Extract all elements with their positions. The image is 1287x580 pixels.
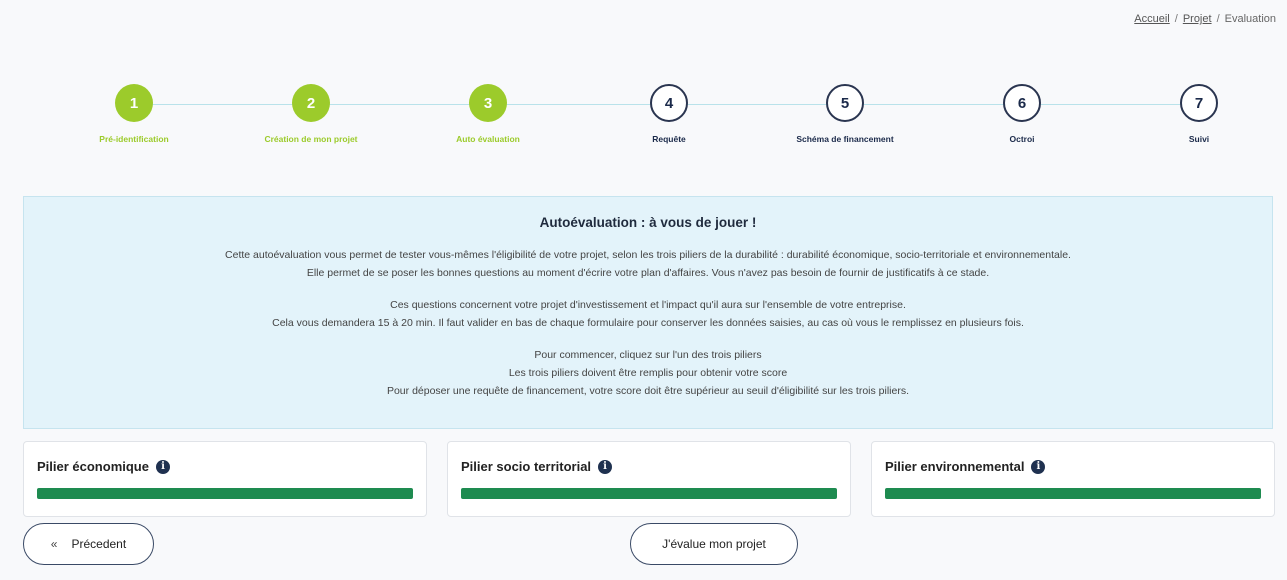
intro-paragraph: Pour commencer, cliquez sur l'un des tro… [24,346,1272,400]
step-label: Requête [652,134,686,144]
intro-line: Cette autoévaluation vous permet de test… [225,249,1071,261]
step-suivi[interactable]: 7 Suivi [1109,84,1287,144]
step-number: 1 [115,84,153,122]
intro-line: Ces questions concernent votre projet d'… [390,299,906,311]
evaluate-project-button[interactable]: J'évalue mon projet [630,523,798,565]
pillar-title: Pilier environnemental [885,459,1025,474]
previous-button-label: Précedent [71,537,127,551]
step-label: Création de mon projet [264,134,358,144]
pillar-card-economique[interactable]: Pilier économique i [23,441,427,517]
step-auto-evaluation[interactable]: 3 Auto évaluation [398,84,578,144]
step-number: 2 [292,84,330,122]
step-number: 6 [1003,84,1041,122]
breadcrumb-project-link[interactable]: Projet [1183,13,1212,25]
intro-panel: Autoévaluation : à vous de jouer ! Cette… [23,196,1273,429]
pillar-progress-fill [885,488,1261,499]
intro-line: Pour déposer une requête de financement,… [386,385,910,397]
previous-button[interactable]: « Précedent [23,523,154,565]
pillar-progress-fill [37,488,413,499]
pillar-title: Pilier économique [37,459,149,474]
double-chevron-left-icon: « [50,537,58,551]
intro-line: Les trois piliers doivent être remplis p… [508,367,788,379]
pillar-progress-bar [885,488,1261,499]
progress-stepper: 1 Pré-identification 2 Création de mon p… [0,84,1287,154]
step-label: Pré-identification [99,134,169,144]
pillar-card-socio-territorial[interactable]: Pilier socio territorial i [447,441,851,517]
intro-paragraph: Cette autoévaluation vous permet de test… [24,246,1272,282]
step-label: Auto évaluation [456,134,520,144]
breadcrumb-current: Evaluation [1224,13,1276,25]
step-label: Schéma de financement [796,134,894,144]
step-number: 5 [826,84,864,122]
breadcrumb-home-link[interactable]: Accueil [1134,13,1169,25]
pillar-progress-bar [37,488,413,499]
info-icon[interactable]: i [1031,459,1046,474]
breadcrumb-separator: / [1174,13,1178,25]
evaluate-button-label: J'évalue mon projet [662,537,766,551]
breadcrumb: Accueil / Projet / Evaluation [1134,13,1276,25]
step-number: 3 [469,84,507,122]
step-label: Octroi [1009,134,1035,144]
step-octroi[interactable]: 6 Octroi [932,84,1112,144]
intro-line: Cela vous demandera 15 à 20 min. Il faut… [272,317,1024,329]
intro-title: Autoévaluation : à vous de jouer ! [539,215,757,230]
info-icon[interactable]: i [598,459,613,474]
breadcrumb-separator: / [1216,13,1220,25]
pillar-title: Pilier socio territorial [461,459,592,474]
step-number: 4 [650,84,688,122]
pillar-progress-bar [461,488,837,499]
intro-line: Pour commencer, cliquez sur l'un des tro… [534,349,762,361]
step-requete[interactable]: 4 Requête [579,84,759,144]
intro-paragraph: Ces questions concernent votre projet d'… [24,296,1272,332]
step-label: Suivi [1188,134,1210,144]
pillar-progress-fill [461,488,837,499]
step-schema-financement[interactable]: 5 Schéma de financement [755,84,935,144]
intro-line: Elle permet de se poser les bonnes quest… [306,267,990,279]
step-pre-identification[interactable]: 1 Pré-identification [44,84,224,144]
info-icon[interactable]: i [155,459,170,474]
step-number: 7 [1180,84,1218,122]
pillar-card-environnemental[interactable]: Pilier environnemental i [871,441,1275,517]
step-creation-projet[interactable]: 2 Création de mon projet [221,84,401,144]
